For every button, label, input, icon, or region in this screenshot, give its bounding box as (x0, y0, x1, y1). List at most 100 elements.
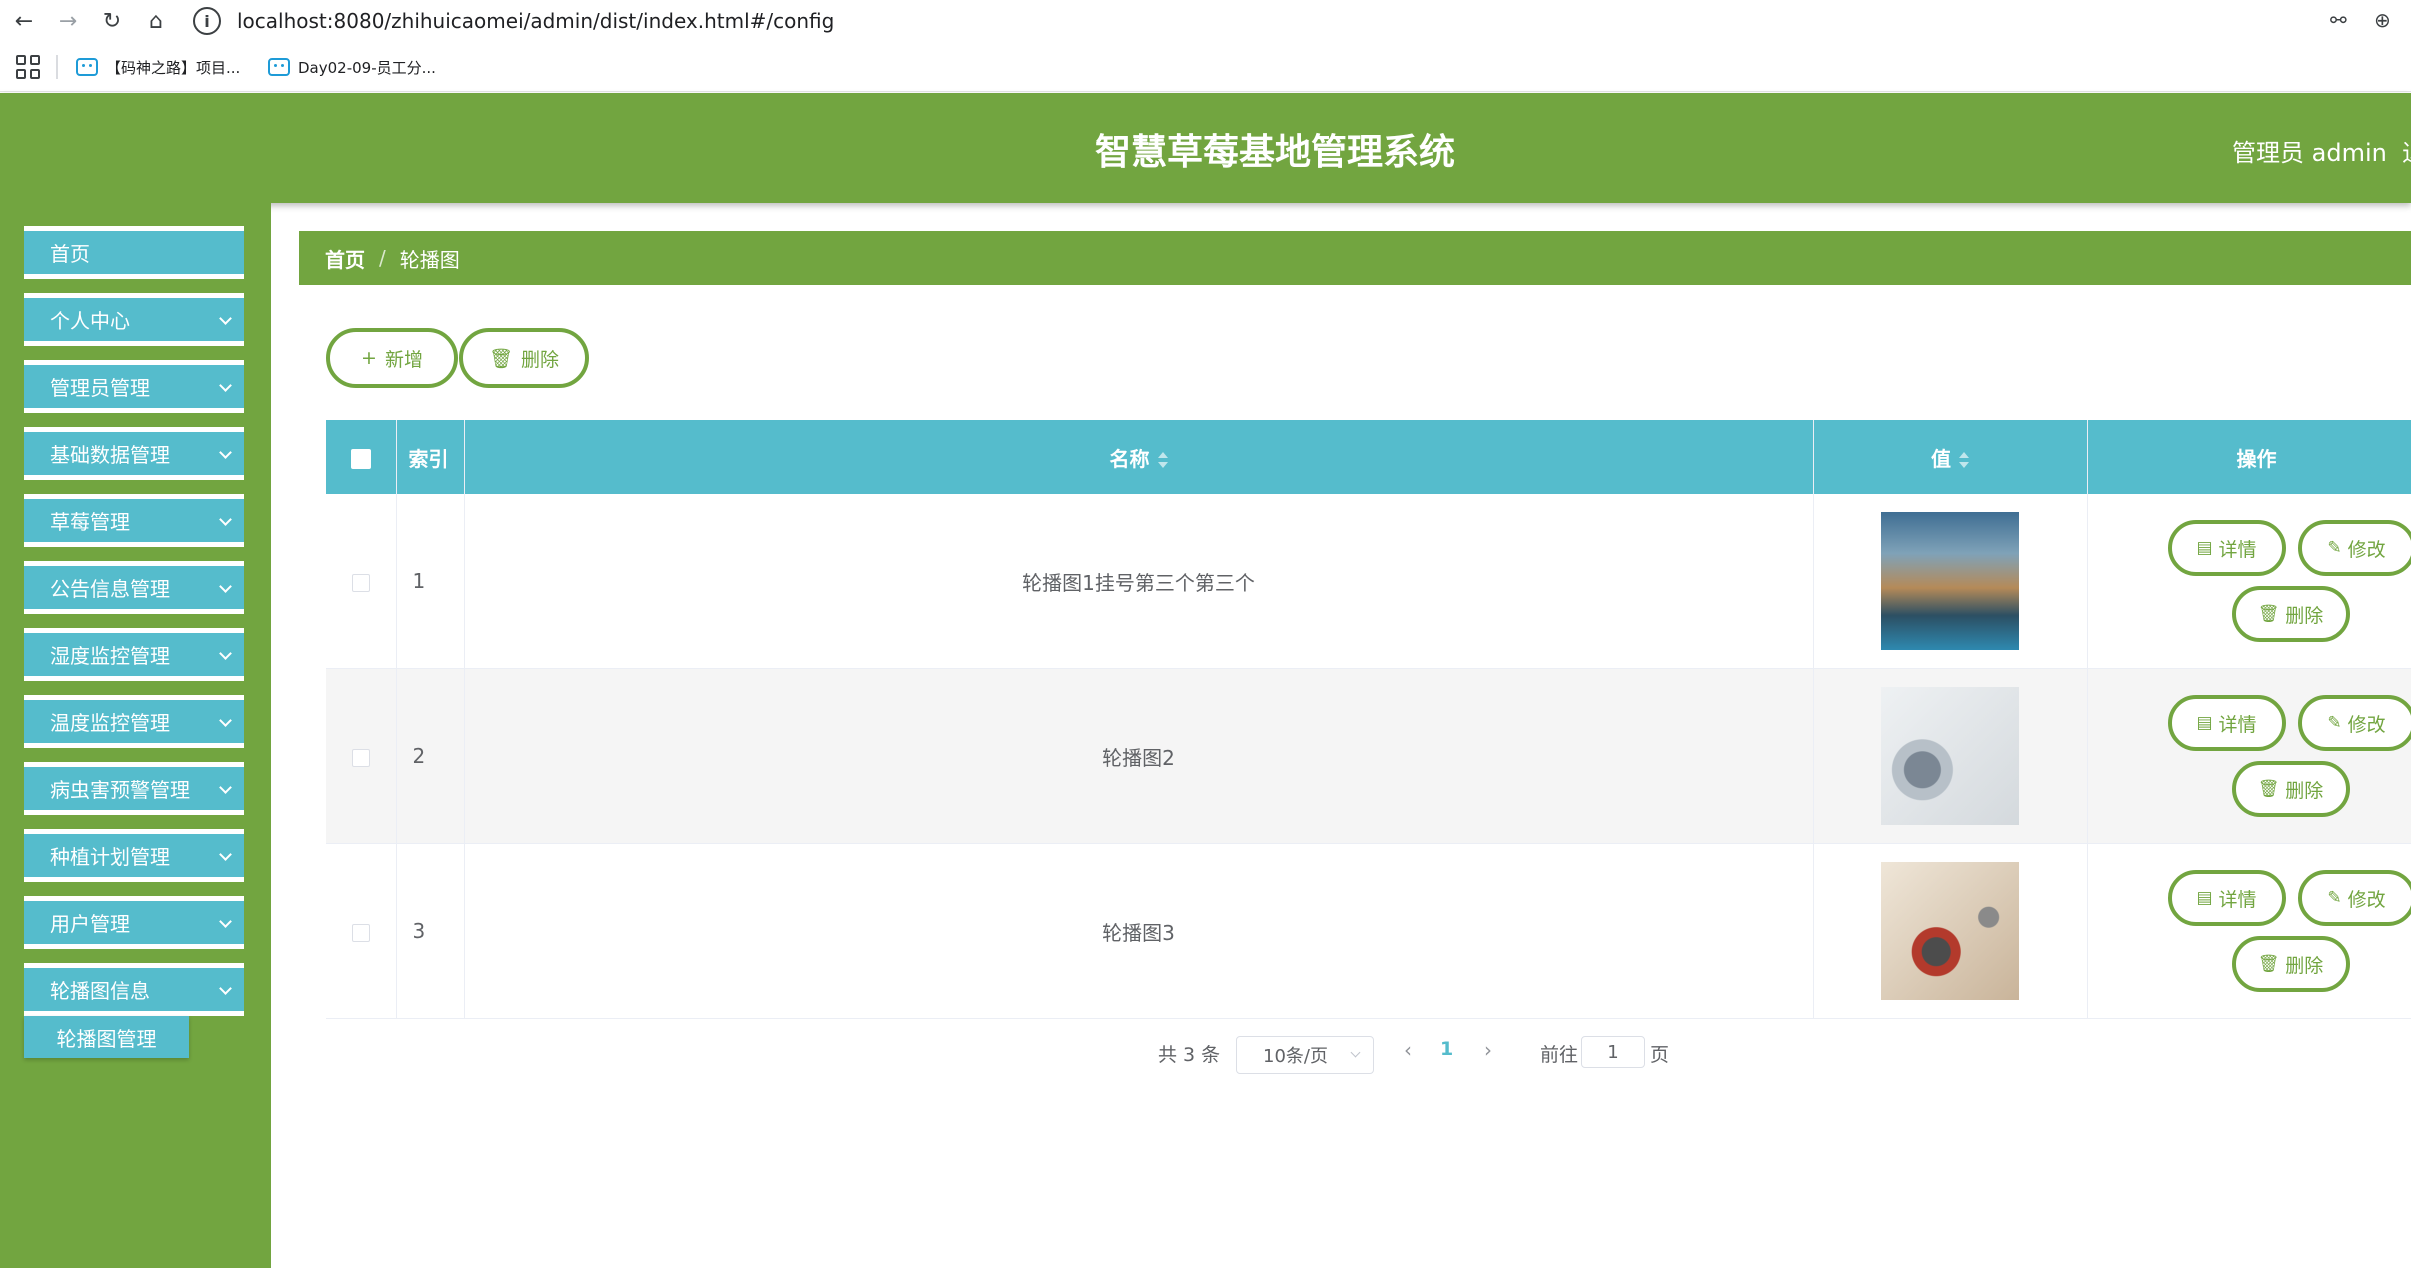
edit-label: 修改 (2347, 888, 2386, 911)
trash-icon: 🗑 (2257, 954, 2280, 974)
app-header: 智慧草莓基地管理系统 管理员 admin 退出登录 (0, 93, 2411, 203)
chevron-down-icon (219, 915, 232, 928)
url-text[interactable]: localhost:8080/zhihuicaomei/admin/dist/i… (237, 9, 834, 33)
logout-link[interactable]: 退出登录 (2402, 133, 2411, 168)
submenu-item-carousel-management[interactable]: 轮播图管理 (24, 1016, 189, 1058)
next-page-icon[interactable]: › (1484, 1038, 1492, 1062)
sidebar-item-planting-plan[interactable]: 种植计划管理 (24, 829, 244, 882)
bookmark-item[interactable]: Day02-09-员工分... (268, 53, 436, 81)
bookmark-item[interactable]: 【码神之路】项目... (76, 53, 240, 81)
sidebar-item-notice[interactable]: 公告信息管理 (24, 561, 244, 614)
carousel-table: 索引 名称 值 操作 1 轮播图1挂号第三个第三个 ▤ 详情 ✎ 修改 🗑 删除 2 … (326, 420, 2411, 1019)
goto-page-input[interactable] (1581, 1036, 1645, 1068)
detail-button[interactable]: ▤ 详情 (2167, 520, 2286, 576)
trash-icon: 🗑 (2257, 604, 2280, 624)
batch-delete-button[interactable]: 🗑 删除 (459, 328, 589, 388)
pencil-icon: ✎ (2327, 888, 2342, 908)
address-bar[interactable]: i localhost:8080/zhihuicaomei/admin/dist… (185, 2, 2345, 40)
reload-icon[interactable]: ↻ (96, 6, 128, 36)
bilibili-icon (268, 58, 290, 76)
row-value-cell (1813, 843, 2088, 1019)
sidebar-item-strawberry[interactable]: 草莓管理 (24, 494, 244, 547)
forward-arrow-icon[interactable]: → (52, 6, 84, 36)
edit-button[interactable]: ✎ 修改 (2297, 520, 2411, 576)
key-icon[interactable]: ⚯ (2330, 8, 2347, 32)
row-value-cell (1813, 668, 2088, 844)
sidebar-item-label: 基础数据管理 (50, 443, 170, 467)
home-icon[interactable]: ⌂ (140, 6, 172, 36)
delete-button[interactable]: 🗑 删除 (2231, 936, 2350, 992)
detail-label: 详情 (2218, 888, 2257, 911)
edit-button[interactable]: ✎ 修改 (2297, 870, 2411, 926)
detail-label: 详情 (2218, 538, 2257, 561)
delete-button[interactable]: 🗑 删除 (2231, 586, 2350, 642)
sidebar-item-temperature[interactable]: 温度监控管理 (24, 695, 244, 748)
delete-button[interactable]: 🗑 删除 (2231, 761, 2350, 817)
site-info-icon[interactable]: i (193, 7, 221, 35)
carousel-image-thumbnail[interactable] (1881, 687, 2019, 825)
carousel-image-thumbnail[interactable] (1881, 862, 2019, 1000)
add-button-label: 新增 (384, 348, 423, 371)
document-icon: ▤ (2196, 888, 2213, 908)
sort-icon[interactable] (1959, 451, 1969, 469)
apps-grid-icon[interactable] (16, 55, 40, 79)
pencil-icon: ✎ (2327, 713, 2342, 733)
row-checkbox[interactable] (351, 748, 370, 767)
table-header-row: 索引 名称 值 操作 (326, 420, 2411, 494)
pencil-icon: ✎ (2327, 538, 2342, 558)
prev-page-icon[interactable]: ‹ (1404, 1038, 1412, 1062)
row-name: 轮播图3 (464, 843, 1814, 1019)
breadcrumb-home[interactable]: 首页 (325, 244, 365, 273)
sidebar-item-carousel-info[interactable]: 轮播图信息 (24, 963, 244, 1016)
document-icon: ▤ (2196, 713, 2213, 733)
sidebar-item-label: 草莓管理 (50, 510, 130, 534)
plus-icon: + (361, 347, 377, 369)
sidebar-item-humidity[interactable]: 湿度监控管理 (24, 628, 244, 681)
sidebar-item-personal-center[interactable]: 个人中心 (24, 293, 244, 346)
zoom-icon[interactable]: ⊕ (2374, 8, 2391, 32)
row-checkbox[interactable] (351, 923, 370, 942)
trash-icon: 🗑 (488, 347, 514, 370)
chevron-down-icon (219, 580, 232, 593)
current-user: 管理员 admin (2232, 139, 2387, 167)
column-header-actions: 操作 (2087, 420, 2411, 494)
delete-label: 删除 (2285, 954, 2324, 977)
chevron-down-icon (1350, 1047, 1361, 1058)
sidebar-item-pest-warning[interactable]: 病虫害预警管理 (24, 762, 244, 815)
breadcrumb: 首页 / 轮播图 (299, 231, 2411, 285)
sidebar-item-label: 用户管理 (50, 912, 130, 936)
detail-button[interactable]: ▤ 详情 (2167, 870, 2286, 926)
sidebar-item-label: 首页 (50, 242, 90, 266)
table-row: 3 轮播图3 ▤ 详情 ✎ 修改 🗑 删除 (326, 843, 2411, 1019)
column-header-name[interactable]: 名称 (464, 420, 1814, 494)
bookmarks-bar: 【码神之路】项目... Day02-09-员工分... (0, 42, 2411, 92)
breadcrumb-separator: / (379, 246, 386, 270)
row-actions: ▤ 详情 ✎ 修改 🗑 删除 (2087, 668, 2411, 844)
sort-icon[interactable] (1157, 451, 1168, 469)
page-size-value: 10条/页 (1263, 1046, 1328, 1067)
browser-toolbar: ← → ↻ ⌂ i localhost:8080/zhihuicaomei/ad… (0, 0, 2411, 42)
row-checkbox[interactable] (351, 573, 370, 592)
row-value-cell (1813, 494, 2088, 669)
detail-button[interactable]: ▤ 详情 (2167, 695, 2286, 751)
add-button[interactable]: + 新增 (326, 328, 458, 388)
chevron-down-icon (219, 781, 232, 794)
column-header-value[interactable]: 值 (1813, 420, 2088, 494)
column-header-index: 索引 (396, 420, 465, 494)
sidebar-item-label: 温度监控管理 (50, 711, 170, 735)
sidebar-item-admin-management[interactable]: 管理员管理 (24, 360, 244, 413)
sidebar-item-basic-data[interactable]: 基础数据管理 (24, 427, 244, 480)
carousel-image-thumbnail[interactable] (1881, 512, 2019, 650)
sidebar-item-home[interactable]: 首页 (24, 226, 244, 279)
select-all-checkbox[interactable] (350, 448, 371, 469)
goto-suffix: 页 (1650, 1043, 1670, 1066)
row-select-cell (326, 843, 397, 1019)
page-number-current[interactable]: 1 (1440, 1038, 1453, 1060)
bilibili-icon (76, 58, 98, 76)
page-size-select[interactable]: 10条/页 (1236, 1036, 1374, 1074)
sidebar-item-users[interactable]: 用户管理 (24, 896, 244, 949)
chevron-down-icon (219, 446, 232, 459)
edit-button[interactable]: ✎ 修改 (2297, 695, 2411, 751)
chevron-down-icon (219, 714, 232, 727)
back-arrow-icon[interactable]: ← (8, 6, 40, 36)
